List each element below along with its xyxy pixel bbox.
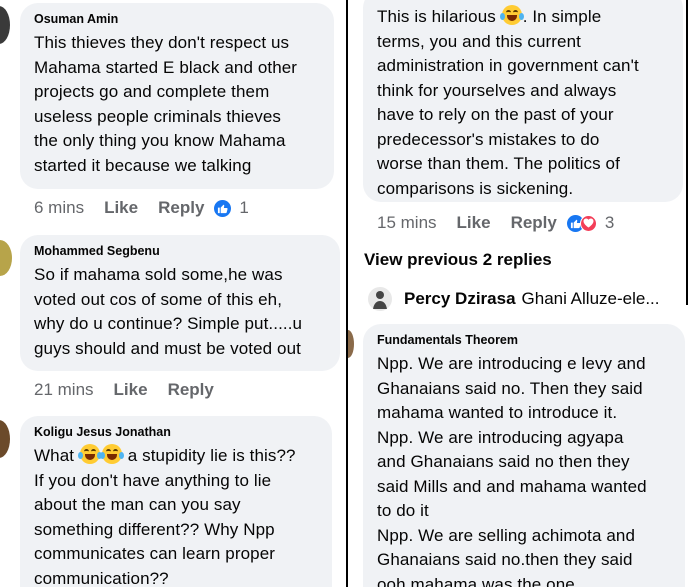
like-reaction-icon[interactable] bbox=[214, 199, 232, 217]
comment-author[interactable]: Osuman Amin bbox=[34, 11, 322, 27]
comment-text: This is hilarious . In simple terms, you… bbox=[377, 5, 671, 201]
comment-actions: 6 mins Like Reply 1 bbox=[34, 198, 249, 218]
reaction-count[interactable]: 3 bbox=[605, 213, 614, 233]
comment-actions: 15 mins Like Reply 3 bbox=[377, 213, 614, 233]
reply-button[interactable]: Reply bbox=[511, 213, 557, 233]
comment-bubble: Osuman Amin This thieves they don't resp… bbox=[20, 3, 334, 189]
comment-text-start: What bbox=[34, 446, 79, 465]
like-button[interactable]: Like bbox=[104, 198, 138, 218]
reply-snippet: Ghani Alluze-ele... bbox=[521, 289, 660, 308]
avatar[interactable] bbox=[0, 6, 10, 44]
right-comment-column: This is hilarious . In simple terms, you… bbox=[348, 0, 688, 587]
like-button[interactable]: Like bbox=[114, 380, 148, 400]
laughing-emoji-icon bbox=[99, 444, 124, 464]
comment-timestamp[interactable]: 15 mins bbox=[377, 213, 437, 233]
comment-author[interactable]: Fundamentals Theorem bbox=[377, 332, 673, 348]
comment-bubble: This is hilarious . In simple terms, you… bbox=[363, 0, 683, 202]
like-button[interactable]: Like bbox=[457, 213, 491, 233]
comment-bubble: Mohammed Segbenu So if mahama sold some,… bbox=[20, 235, 340, 371]
comment-text: Npp. We are introducing e levy and Ghana… bbox=[377, 354, 647, 587]
laughing-emoji-icon bbox=[77, 444, 102, 464]
comment-timestamp[interactable]: 6 mins bbox=[34, 198, 84, 218]
reply-preview[interactable]: Percy Dzirasa Ghani Alluze-ele... bbox=[368, 287, 660, 311]
avatar[interactable] bbox=[0, 420, 10, 458]
comment-actions: 21 mins Like Reply bbox=[34, 380, 234, 400]
love-reaction-icon[interactable] bbox=[579, 214, 597, 232]
reaction-count[interactable]: 1 bbox=[239, 198, 248, 218]
comment-timestamp[interactable]: 21 mins bbox=[34, 380, 94, 400]
avatar[interactable] bbox=[348, 330, 354, 358]
comment-bubble: Koligu Jesus Jonathan What a stupidity l… bbox=[20, 416, 332, 587]
comment-author[interactable]: Koligu Jesus Jonathan bbox=[34, 424, 320, 440]
comment-bubble: Fundamentals Theorem Npp. We are introdu… bbox=[363, 324, 685, 587]
avatar[interactable] bbox=[368, 287, 392, 311]
left-comment-column: Osuman Amin This thieves they don't resp… bbox=[0, 0, 346, 587]
comment-text-start: This is hilarious bbox=[377, 7, 501, 26]
comment-text: This thieves they don't respect us Maham… bbox=[34, 33, 298, 175]
view-previous-replies-link[interactable]: View previous 2 replies bbox=[364, 250, 552, 270]
avatar[interactable] bbox=[0, 240, 12, 276]
comment-text: So if mahama sold some,he was voted out … bbox=[34, 265, 303, 358]
reply-button[interactable]: Reply bbox=[158, 198, 204, 218]
comment-text-rest: a stupidity lie is this?? If you don't h… bbox=[34, 446, 296, 587]
comment-text: What a stupidity lie is this?? If you do… bbox=[34, 444, 320, 587]
reply-button[interactable]: Reply bbox=[168, 380, 214, 400]
reply-author[interactable]: Percy Dzirasa bbox=[404, 289, 516, 309]
laughing-emoji-icon bbox=[499, 5, 524, 25]
comment-author[interactable]: Mohammed Segbenu bbox=[34, 243, 328, 259]
comment-text-rest: . In simple terms, you and this current … bbox=[377, 7, 639, 198]
